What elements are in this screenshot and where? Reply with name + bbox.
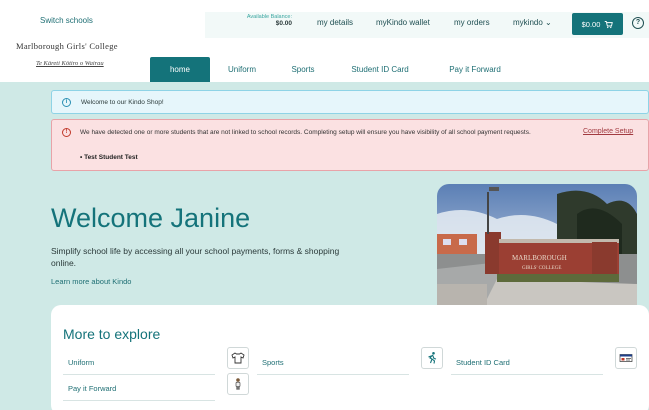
tab-student-id-card[interactable]: Student ID Card	[332, 57, 428, 82]
svg-text:MARLBOROUGH: MARLBOROUGH	[512, 254, 567, 262]
svg-text:GIRLS' COLLEGE: GIRLS' COLLEGE	[522, 266, 561, 271]
school-entrance-photo: MARLBOROUGH GIRLS' COLLEGE	[437, 184, 637, 319]
cart-button[interactable]: $0.00	[572, 13, 623, 35]
my-details-link[interactable]: my details	[317, 18, 353, 27]
explore-title: More to explore	[63, 326, 161, 342]
more-to-explore-panel: More to explore Uniform Sports Student I…	[51, 305, 649, 410]
main-tabs: home Uniform Sports Student ID Card Pay …	[150, 57, 522, 82]
explore-item-label: Uniform	[68, 358, 95, 367]
shirt-icon	[227, 347, 249, 369]
school-name: Marlborough Girls' College	[16, 41, 118, 51]
explore-item-student-id-card[interactable]: Student ID Card	[451, 347, 637, 375]
runner-icon	[421, 347, 443, 369]
learn-more-link[interactable]: Learn more about Kindo	[51, 277, 131, 286]
my-orders-link[interactable]: my orders	[454, 18, 490, 27]
alert-icon: !	[62, 128, 71, 137]
cart-total: $0.00	[581, 19, 601, 29]
explore-item-label: Student ID Card	[456, 358, 510, 367]
help-icon[interactable]: ?	[632, 17, 644, 29]
switch-schools-link[interactable]: Switch schools	[40, 16, 93, 25]
explore-item-label: Pay it Forward	[68, 384, 117, 393]
info-icon: i	[62, 97, 71, 107]
explore-item-uniform[interactable]: Uniform	[63, 347, 249, 375]
tab-uniform[interactable]: Uniform	[210, 57, 274, 82]
school-tagline: Te Kāreti Kōtiro o Wairau	[36, 60, 104, 67]
person-icon	[227, 373, 249, 395]
explore-item-label: Sports	[262, 358, 284, 367]
complete-setup-link[interactable]: Complete Setup	[583, 128, 633, 135]
mykindo-menu[interactable]: mykindo ⌄	[513, 18, 552, 27]
unlinked-students-alert: ! We have detected one or more students …	[51, 119, 649, 171]
welcome-banner-text: Welcome to our Kindo Shop!	[81, 98, 164, 106]
id-card-icon	[615, 347, 637, 369]
alert-student: • Test Student Test	[80, 154, 138, 161]
hero-subtitle: Simplify school life by accessing all yo…	[51, 246, 340, 268]
tab-pay-it-forward[interactable]: Pay it Forward	[428, 57, 522, 82]
tab-sports[interactable]: Sports	[274, 57, 332, 82]
explore-item-sports[interactable]: Sports	[257, 347, 443, 375]
mykindo-wallet-link[interactable]: myKindo wallet	[376, 18, 430, 27]
page-title: Welcome Janine	[51, 203, 251, 233]
alert-message: We have detected one or more students th…	[80, 129, 531, 136]
school-sign-image: MARLBOROUGH GIRLS' COLLEGE	[437, 184, 637, 319]
welcome-banner: i Welcome to our Kindo Shop!	[51, 90, 649, 114]
balance-value: $0.00	[275, 20, 292, 27]
explore-item-pay-it-forward[interactable]: Pay it Forward	[63, 373, 249, 401]
top-header: Switch schools Marlborough Girls' Colleg…	[0, 0, 649, 82]
available-balance: Available Balance: $0.00	[236, 14, 292, 27]
tab-home[interactable]: home	[150, 57, 210, 82]
cart-icon	[605, 20, 614, 28]
